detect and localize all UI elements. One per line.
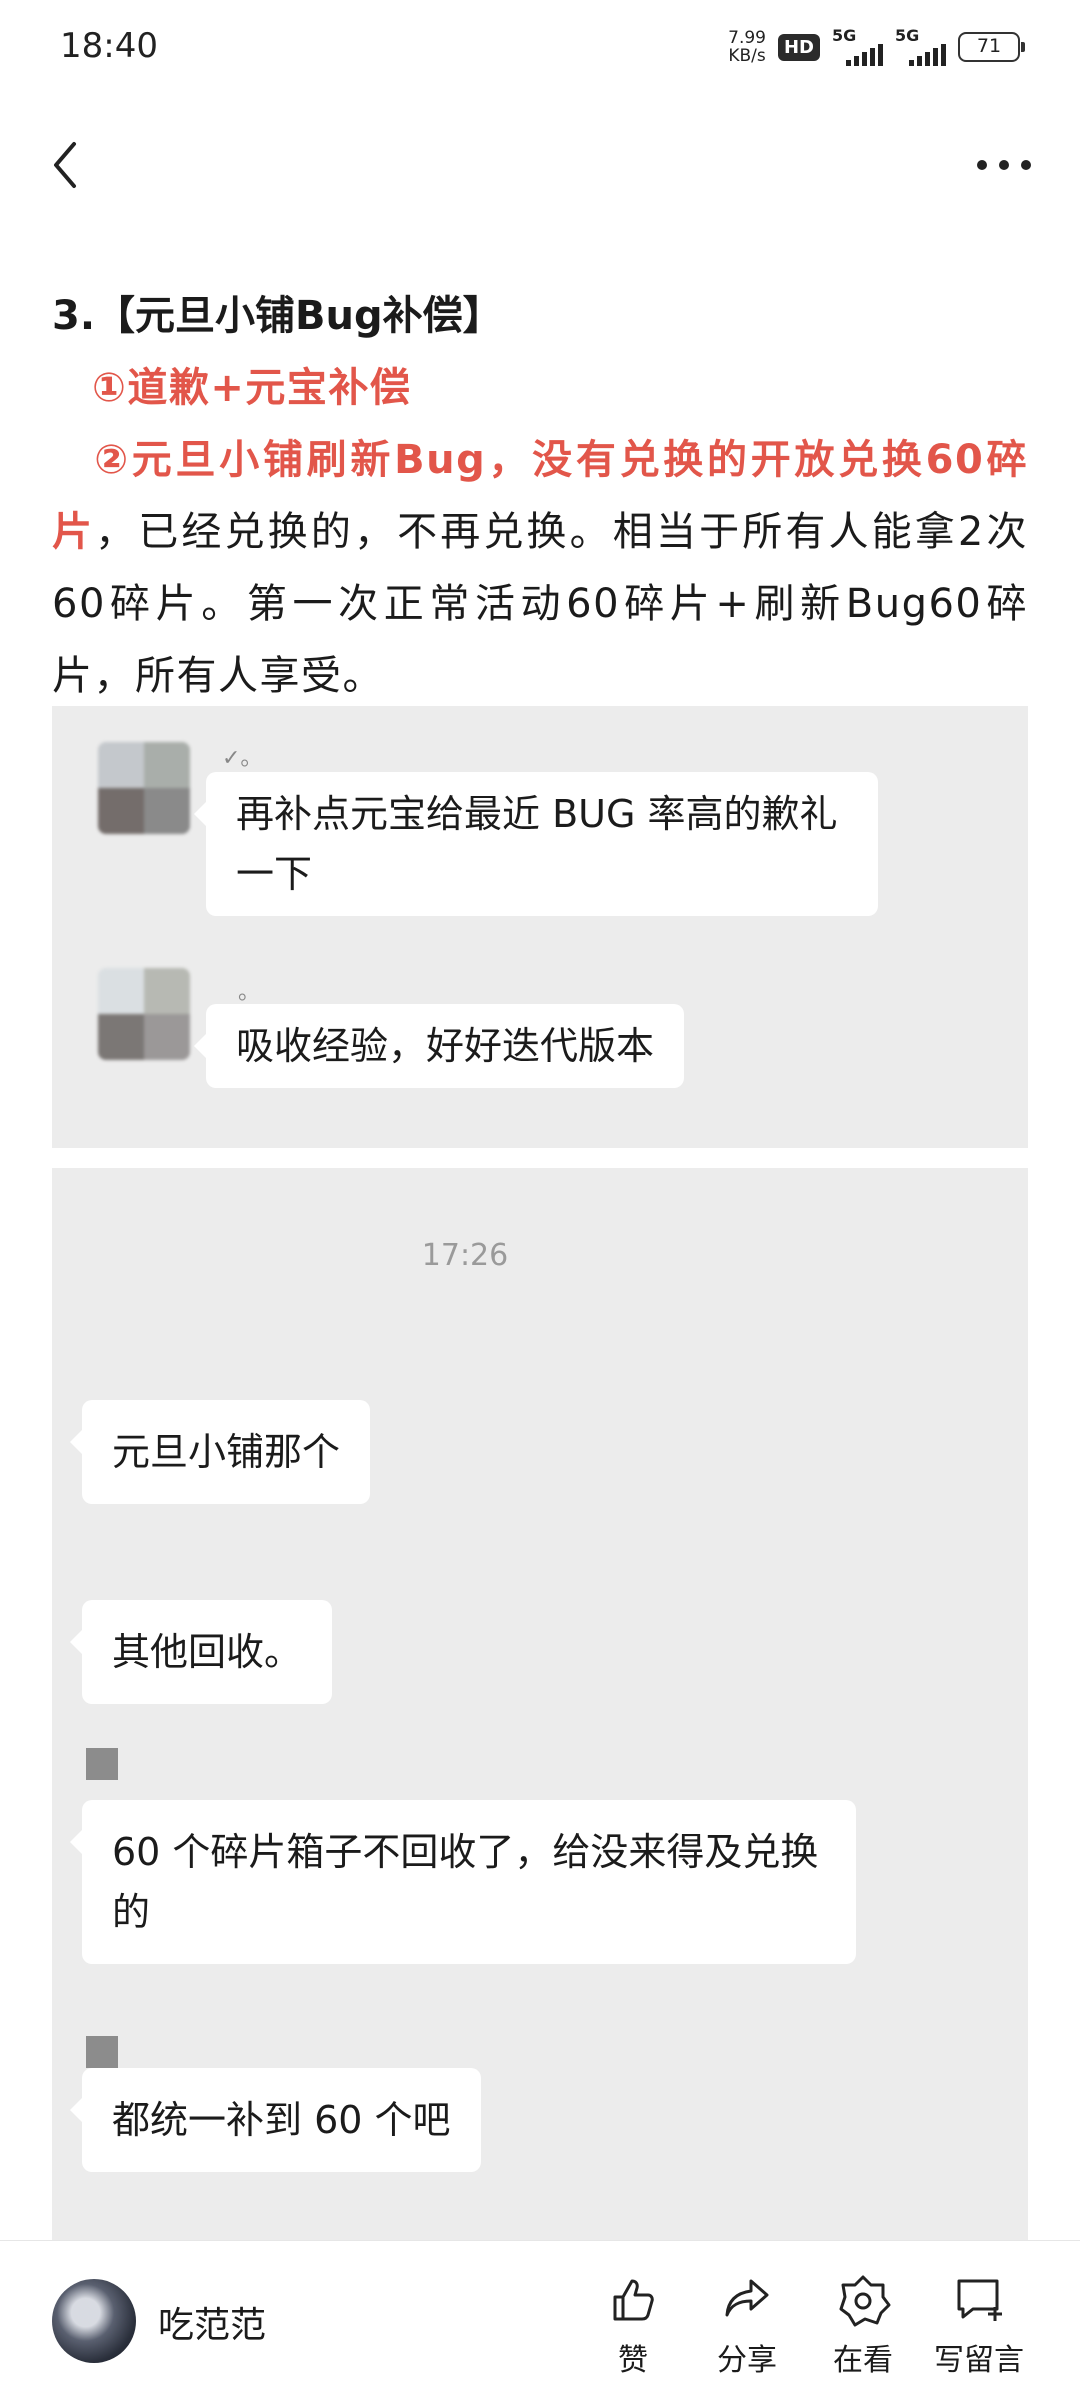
section-heading: 3.【元旦小铺Bug补偿】 bbox=[52, 293, 503, 339]
watching-label: 在看 bbox=[833, 2343, 893, 2378]
compensation-item-2: ②元旦小铺刷新Bug，没有兑换的开放兑换60碎片，已经兑换的，不再兑换。相当于所… bbox=[52, 424, 1028, 712]
battery-icon: 71 bbox=[958, 32, 1025, 62]
avatar bbox=[86, 2036, 118, 2068]
network-speed-unit: KB/s bbox=[728, 46, 766, 66]
apology-item: ①道歉+元宝补偿 bbox=[92, 365, 412, 411]
network-speed: 7.99 KB/s bbox=[728, 29, 766, 65]
network-type-label: 5G bbox=[832, 26, 857, 45]
chat-bubble: 60 个碎片箱子不回收了，给没来得及兑换的 bbox=[70, 1800, 856, 1964]
author-avatar[interactable] bbox=[52, 2279, 136, 2363]
sender-name: ✓。 bbox=[222, 746, 263, 771]
signal-icon-sim1: 5G bbox=[832, 28, 883, 66]
more-horizontal-icon[interactable] bbox=[974, 145, 1034, 185]
comment-plus-icon bbox=[957, 2279, 1002, 2321]
compensation-item-1: ①道歉+元宝补偿 bbox=[52, 352, 1028, 424]
star-flower-icon bbox=[839, 2275, 891, 2327]
signal-bars bbox=[846, 44, 883, 66]
chat-bubble: 都统一补到 60 个吧 bbox=[70, 2068, 481, 2172]
share-icon bbox=[725, 2279, 769, 2317]
article-body: 3.【元旦小铺Bug补偿】 ①道歉+元宝补偿 ②元旦小铺刷新Bug，没有兑换的开… bbox=[52, 280, 1028, 712]
watching-button[interactable]: 在看 bbox=[808, 2271, 918, 2379]
comment-button[interactable]: 写留言 bbox=[924, 2271, 1034, 2379]
like-label: 赞 bbox=[618, 2343, 648, 2378]
author-name[interactable]: 吃范范 bbox=[158, 2296, 266, 2348]
top-nav-bar bbox=[0, 120, 1080, 210]
network-speed-value: 7.99 bbox=[728, 28, 766, 48]
chevron-left-icon[interactable] bbox=[46, 138, 86, 192]
status-time: 18:40 bbox=[60, 26, 158, 66]
hd-voice-icon: HD bbox=[777, 33, 820, 61]
share-label: 分享 bbox=[717, 2343, 777, 2378]
avatar bbox=[98, 968, 190, 1060]
signal-bars bbox=[909, 44, 946, 66]
bottom-action-bar: 吃范范 赞 分享 在看 写留言 bbox=[0, 2240, 1080, 2400]
network-type-label: 5G bbox=[895, 26, 920, 45]
avatar bbox=[98, 742, 190, 834]
avatar bbox=[86, 1748, 118, 1780]
chat-bubble: 吸收经验，好好迭代版本 bbox=[193, 1004, 685, 1088]
chat-screenshot-1: ✓。 再补点元宝给最近 BUG 率高的歉礼一下 。 吸收经验，好好迭代版本 bbox=[52, 706, 1028, 1148]
bug-refresh-detail: ，已经兑换的，不再兑换。相当于所有人能拿2次60碎片。第一次正常活动60碎片+刷… bbox=[52, 509, 1028, 699]
chat-timestamp: 17:26 bbox=[421, 1238, 509, 1273]
status-bar: 18:40 7.99 KB/s HD 5G 5G 71 bbox=[0, 0, 1080, 100]
thumbs-up-icon bbox=[613, 2279, 654, 2321]
chat-bubble: 其他回收。 bbox=[69, 1600, 333, 1704]
sender-name: 。 bbox=[238, 980, 261, 1005]
status-icons: 7.99 KB/s HD 5G 5G 71 bbox=[728, 28, 1025, 66]
signal-icon-sim2: 5G bbox=[895, 28, 946, 66]
share-button[interactable]: 分享 bbox=[692, 2271, 802, 2379]
comment-label: 写留言 bbox=[934, 2343, 1024, 2378]
chat-bubble: 再补点元宝给最近 BUG 率高的歉礼一下 bbox=[194, 772, 878, 916]
chat-bubble: 元旦小铺那个 bbox=[69, 1400, 371, 1504]
like-button[interactable]: 赞 bbox=[578, 2271, 688, 2379]
chat-screenshot-2: 17:26 元旦小铺那个 其他回收。 60 个碎片箱子不回收了，给没来得及兑换的… bbox=[52, 1168, 1028, 2240]
